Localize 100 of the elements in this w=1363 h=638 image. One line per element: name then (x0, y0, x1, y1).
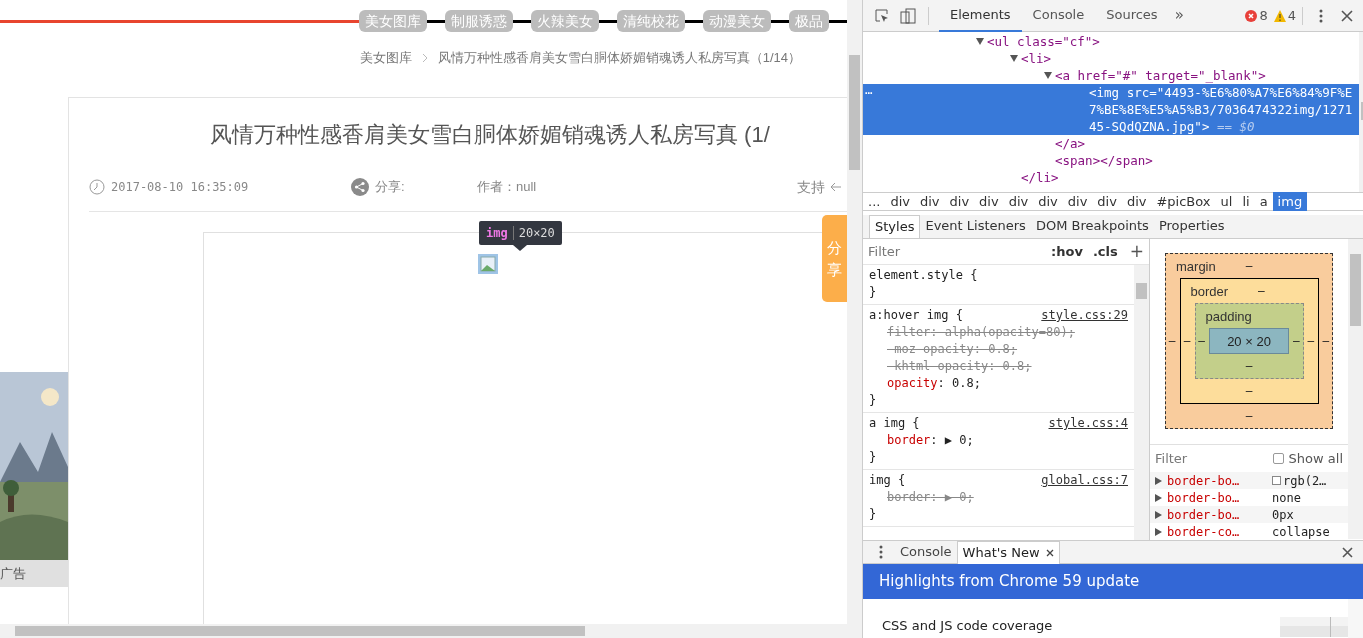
drawer-tab[interactable]: Console (895, 540, 957, 564)
close-icon[interactable] (1342, 546, 1353, 558)
box-value: – (1245, 358, 1253, 376)
panel-tab[interactable]: DOM Breakpoints (1030, 215, 1154, 238)
box-value: – (1307, 333, 1315, 351)
panel-tab[interactable]: Properties (1153, 215, 1230, 238)
css-selector: img { (869, 472, 906, 489)
tooltip-size: 20×20 (518, 225, 555, 242)
show-all-checkbox[interactable] (1272, 452, 1284, 464)
author: 作者：null (477, 178, 538, 197)
share-icon (351, 178, 369, 196)
class-button[interactable]: .cls (1092, 241, 1118, 262)
breadcrumb-item[interactable]: div (974, 192, 1004, 211)
dom-node[interactable]: <ul class="cf"> (863, 33, 1359, 50)
box-value: – (1245, 408, 1253, 426)
dom-node[interactable]: <a href="#" target="_blank"> (863, 67, 1359, 84)
breadcrumb-item[interactable]: div (944, 192, 975, 211)
dom-line: <a href="#" target="_blank"> (1055, 67, 1267, 84)
computed-property[interactable]: border-bo… (1167, 471, 1272, 490)
computed-property[interactable]: border-co… (1167, 522, 1272, 540)
css-property[interactable]: border: ▶ 0; (869, 489, 1128, 506)
close-icon[interactable] (1045, 548, 1054, 557)
source-link[interactable]: style.css:29 (1041, 307, 1128, 324)
color-swatch[interactable] (1272, 476, 1281, 485)
broken-image-icon (478, 254, 498, 274)
computed-property[interactable]: border-bo… (1167, 488, 1272, 507)
devtools-tab[interactable]: Sources (1095, 0, 1169, 32)
breadcrumb-item[interactable]: div (1121, 192, 1152, 211)
box-value: – (1293, 333, 1300, 351)
hover-state-button[interactable]: :hov (1051, 241, 1083, 262)
error-count[interactable]: 8 (1259, 5, 1268, 26)
breadcrumb-item[interactable]: img (1272, 192, 1308, 211)
source-link[interactable]: style.css:4 (1048, 415, 1128, 432)
scrollbar[interactable] (1348, 599, 1363, 638)
dom-line: </a> (1054, 135, 1086, 152)
breadcrumb-item[interactable]: div (1003, 192, 1034, 211)
breadcrumb-item[interactable]: div (1062, 192, 1093, 211)
content-size: 20 × 20 (1209, 328, 1289, 355)
device-icon[interactable] (900, 7, 916, 24)
css-property[interactable]: -khtml-opacity: 0.8; (869, 358, 1128, 375)
dom-node[interactable]: <li> (863, 50, 1359, 67)
post-date: 2017-08-10 16:35:09 (111, 179, 250, 196)
horizontal-scrollbar[interactable] (0, 624, 862, 638)
breadcrumb-link[interactable]: 美女图库 (359, 48, 412, 68)
computed-row[interactable]: border-bo… none (1150, 489, 1348, 506)
css-property[interactable]: filter: alpha(opacity=80); (869, 324, 1128, 341)
dom-line: <img src="4493-%E6%80%A7%E6%84%9F%E7%BE%8E%E5%A5%B3/7036474322img/127145-SQdQZNA.jpg"> == $0 (1089, 84, 1354, 135)
computed-row[interactable]: border-bo… rgb(2… (1150, 472, 1348, 489)
close-icon[interactable] (1341, 9, 1353, 22)
ellipsis-icon: ⋯ (865, 84, 877, 101)
panel-tab[interactable]: Styles (869, 215, 921, 238)
breadcrumb-item[interactable]: div (1033, 192, 1063, 211)
css-selector: element.style { (869, 267, 978, 284)
error-icon (1245, 9, 1258, 22)
css-selector: a:hover img { (869, 307, 963, 324)
computed-filter-field[interactable]: Filter (1155, 448, 1255, 469)
styles-filter-field[interactable]: Filter (868, 241, 1028, 262)
breadcrumb-item[interactable]: li (1237, 192, 1255, 211)
source-link[interactable]: global.css:7 (1041, 472, 1128, 489)
computed-row[interactable]: border-co… collapse (1150, 523, 1348, 540)
new-rule-button[interactable]: + (1129, 239, 1144, 265)
inspect-icon[interactable] (874, 7, 890, 24)
css-property[interactable]: opacity: 0.8; (869, 375, 1128, 392)
scrollbar[interactable] (1348, 239, 1363, 539)
breadcrumb-item[interactable]: div (885, 192, 915, 211)
closing-brace: } (869, 506, 877, 523)
panel-tab[interactable]: Event Listeners (920, 215, 1031, 238)
devtools-tab[interactable]: Elements (939, 0, 1022, 32)
breadcrumb-item[interactable]: ... (863, 192, 886, 211)
drawer-menu-icon[interactable] (879, 545, 883, 559)
breadcrumb-current: 风情万种性感香肩美女雪白胴体娇媚销魂诱人私房写真（1/14） (437, 49, 801, 68)
drawer-tab[interactable]: What's New (956, 540, 1060, 564)
breadcrumb-item[interactable]: a (1254, 192, 1273, 211)
css-property[interactable]: border: ▶ 0; (869, 432, 1128, 449)
dom-line: <span></span> (1055, 152, 1154, 169)
computed-property[interactable]: border-bo… (1167, 505, 1272, 524)
warning-icon (1273, 9, 1286, 22)
computed-value: rgb(2… (1283, 472, 1327, 490)
scrollbar[interactable] (1134, 265, 1149, 540)
breadcrumb-item[interactable]: div (1092, 192, 1122, 211)
computed-value: 0px (1272, 506, 1294, 524)
warning-count[interactable]: 4 (1287, 5, 1296, 26)
dom-line: <li> (1021, 50, 1053, 67)
dom-node[interactable]: ⋯ <img src="4493-%E6%80%A7%E6%84%9F%E7%BE%8E%E5%A5%B3/7036474322img/127145-SQdQZNA.jpg"> == $0 (863, 84, 1359, 135)
computed-row[interactable]: border-bo… 0px (1150, 506, 1348, 523)
more-tabs-button[interactable]: » (1174, 4, 1184, 27)
tooltip-tag: img (486, 224, 508, 242)
breadcrumb-item[interactable]: #picBox (1151, 192, 1216, 211)
css-property[interactable]: -moz-opacity: 0.8; (869, 341, 1128, 358)
box-label: margin (1176, 257, 1216, 276)
box-value: – (1168, 333, 1176, 351)
breadcrumb-item[interactable]: div (914, 192, 945, 211)
scrollbar[interactable] (847, 0, 862, 624)
closing-brace: } (869, 392, 877, 409)
breadcrumb-item[interactable]: ul (1215, 192, 1238, 211)
box-value: – (1322, 333, 1330, 351)
more-options-icon[interactable] (1319, 7, 1323, 24)
devtools-tab[interactable]: Console (1021, 0, 1096, 32)
dom-node[interactable]: <span></span> (863, 152, 1359, 169)
box-value: – (1198, 333, 1205, 351)
